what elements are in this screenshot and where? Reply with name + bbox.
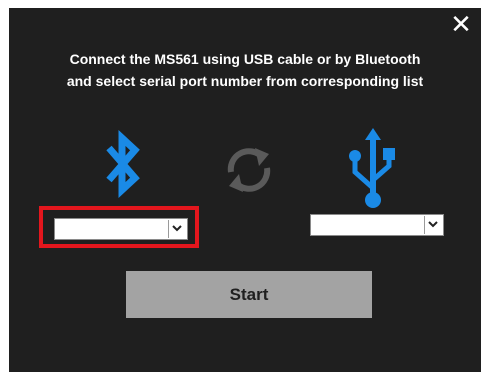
chevron-down-icon[interactable] (424, 216, 442, 234)
close-icon: ✕ (450, 10, 472, 40)
chevron-down-icon[interactable] (168, 220, 186, 238)
connection-dialog: ✕ Connect the MS561 using USB cable or b… (9, 8, 481, 372)
close-button[interactable]: ✕ (447, 10, 475, 40)
instruction-line-2: and select serial port number from corre… (66, 73, 424, 89)
usb-port-select[interactable] (310, 214, 444, 236)
start-button[interactable]: Start (126, 271, 372, 318)
instruction-line-1: Connect the MS561 using USB cable or by … (69, 51, 421, 67)
usb-icon (349, 128, 395, 208)
instruction-text: Connect the MS561 using USB cable or by … (9, 48, 481, 92)
bluetooth-port-select[interactable] (54, 218, 188, 240)
sync-icon (227, 148, 271, 192)
bluetooth-icon (106, 130, 140, 198)
